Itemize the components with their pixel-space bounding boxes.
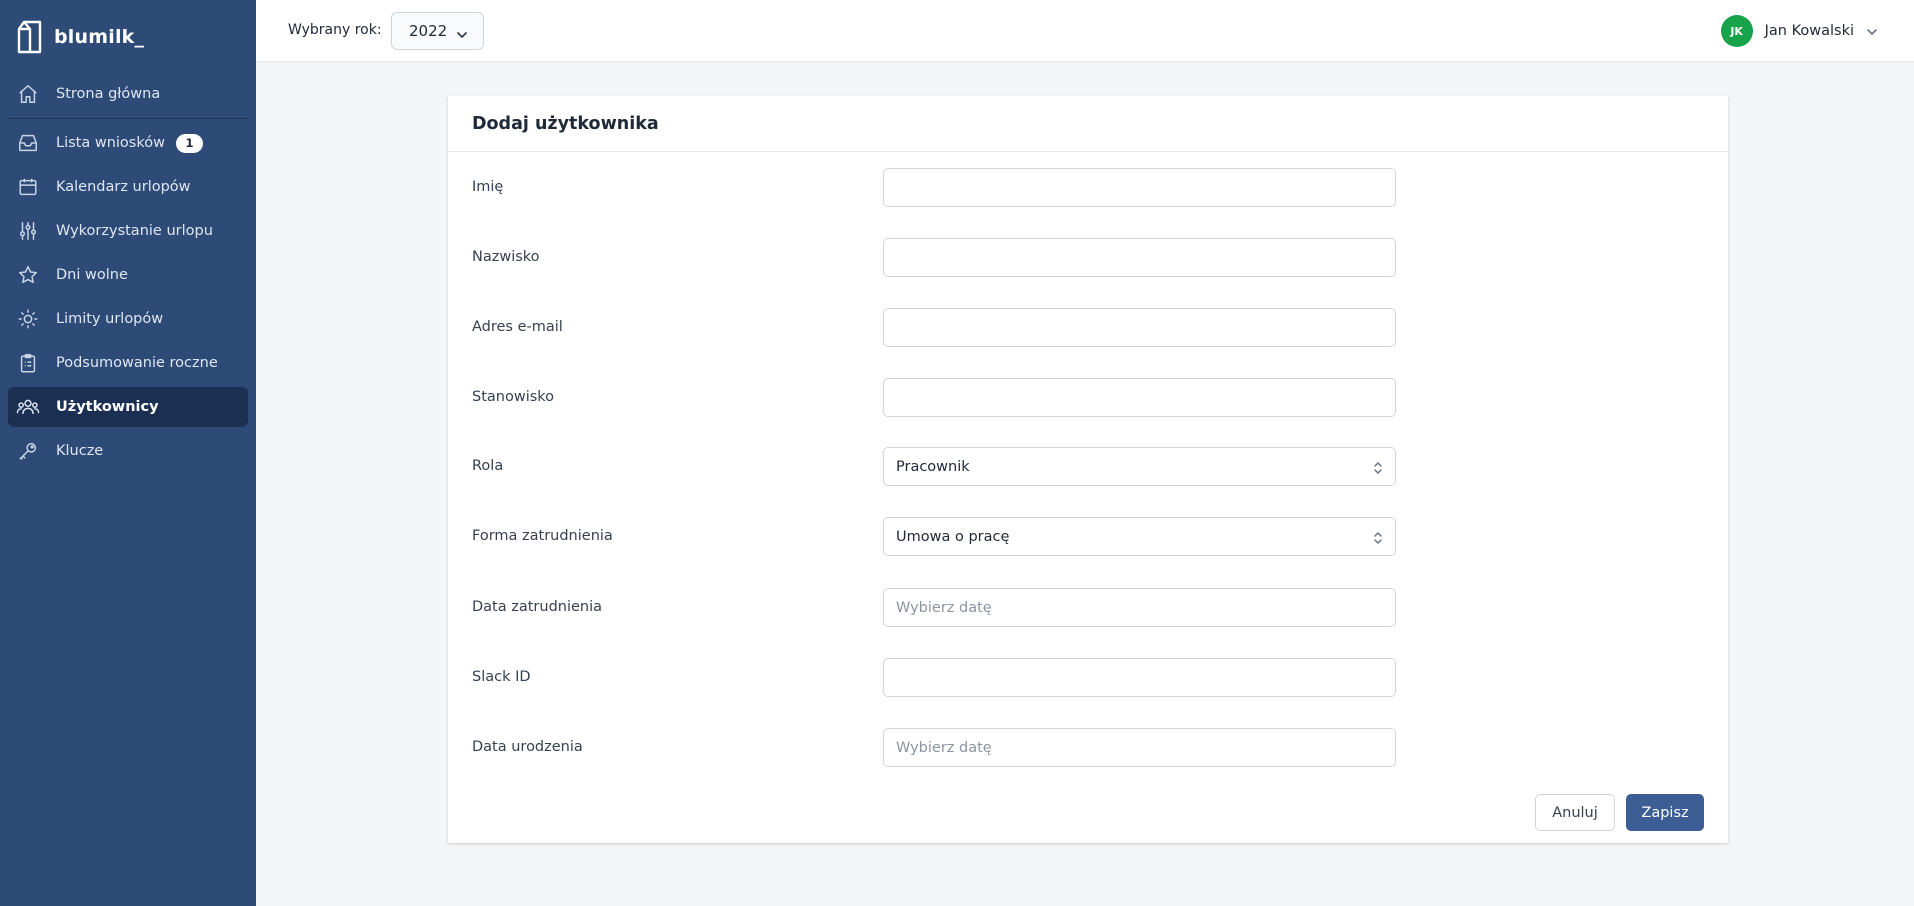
sidebar-item-vacation-usage[interactable]: Wykorzystanie urlopu [8,211,248,251]
sidebar-item-keys[interactable]: Klucze [8,431,248,471]
sidebar-item-annual-summary[interactable]: Podsumowanie roczne [8,343,248,383]
sidebar-item-label: Kalendarz urlopów [56,179,191,195]
sidebar-item-requests[interactable]: Lista wniosków 1 [8,123,248,163]
sidebar-item-label: Dni wolne [56,267,128,283]
role-label: Rola [472,458,504,474]
role-select[interactable]: Pracownik [883,447,1396,486]
sidebar-item-label: Limity urlopów [56,311,164,327]
cancel-button[interactable]: Anuluj [1535,794,1615,831]
sidebar-item-calendar[interactable]: Kalendarz urlopów [8,167,248,207]
birth-date-label: Data urodzenia [472,739,583,755]
add-user-form: Dodaj użytkownika Imię Nazwisko Adres e-… [448,96,1728,843]
sidebar-divider [8,118,248,119]
year-value: 2022 [409,22,448,40]
clipboard-icon [16,351,40,375]
employment-date-input[interactable]: Wybierz datę [883,588,1396,627]
brand-name: blumilk_ [54,26,145,48]
requests-count-badge: 1 [175,133,203,153]
blumilk-logo-icon [17,20,42,54]
birth-date-input[interactable]: Wybierz datę [883,728,1396,767]
select-arrows-icon [1373,460,1383,480]
user-menu[interactable]: JK Jan Kowalski [1720,15,1878,47]
position-input[interactable] [883,378,1396,417]
slack-id-label: Slack ID [472,669,531,685]
form-row-last-name: Nazwisko [448,238,1728,278]
key-icon [16,439,40,463]
position-label: Stanowisko [472,389,555,405]
select-arrows-icon [1373,530,1383,550]
chevron-down-icon [456,26,468,44]
employment-form-select[interactable]: Umowa o pracę [883,517,1396,556]
sidebar-item-users[interactable]: Użytkownicy [8,387,248,427]
sidebar-item-label: Użytkownicy [56,399,159,415]
form-row-employment-form: Forma zatrudnienia Umowa o pracę [448,517,1728,557]
employment-form-label: Forma zatrudnienia [472,528,613,544]
form-row-role: Rola Pracownik [448,447,1728,487]
avatar: JK [1720,15,1753,47]
employment-form-value: Umowa o pracę [896,528,1010,545]
first-name-input[interactable] [883,168,1396,207]
inbox-icon [16,131,40,155]
first-name-label: Imię [472,179,504,195]
sidebar-item-home[interactable]: Strona główna [8,74,248,114]
sidebar-item-label: Klucze [56,443,104,459]
save-button[interactable]: Zapisz [1626,794,1704,831]
home-icon [16,82,40,106]
brand-logo[interactable]: blumilk_ [16,18,144,56]
user-name: Jan Kowalski [1764,23,1854,39]
sun-icon [16,307,40,331]
top-bar: Wybrany rok: 2022 JK Jan Kowalski [256,0,1914,62]
form-row-position: Stanowisko [448,378,1728,418]
form-row-employment-date: Data zatrudnienia Wybierz datę [448,588,1728,628]
employment-date-label: Data zatrudnienia [472,599,603,615]
form-row-birth-date: Data urodzenia Wybierz datę [448,728,1728,768]
form-row-slack-id: Slack ID [448,658,1728,698]
last-name-label: Nazwisko [472,249,540,265]
email-input[interactable] [883,308,1396,347]
sliders-icon [16,219,40,243]
sidebar-item-label: Wykorzystanie urlopu [56,223,213,239]
last-name-input[interactable] [883,238,1396,277]
form-row-email: Adres e-mail [448,308,1728,348]
year-select[interactable]: 2022 [391,12,484,50]
slack-id-input[interactable] [883,658,1396,697]
sidebar-item-label: Strona główna [56,86,161,102]
year-label: Wybrany rok: [288,22,382,38]
card-header: Dodaj użytkownika [448,96,1728,152]
users-icon [16,395,40,419]
calendar-icon [16,175,40,199]
page-title: Dodaj użytkownika [472,113,659,134]
role-value: Pracownik [896,458,970,475]
sidebar: blumilk_ Strona główna Lista wniosków 1 … [0,0,256,906]
sidebar-item-label: Lista wniosków [56,135,165,151]
sidebar-item-vacation-limits[interactable]: Limity urlopów [8,299,248,339]
star-icon [16,263,40,287]
sidebar-item-label: Podsumowanie roczne [56,355,218,371]
chevron-down-icon [1866,22,1878,41]
sidebar-item-holidays[interactable]: Dni wolne [8,255,248,295]
form-row-first-name: Imię [448,168,1728,208]
email-label: Adres e-mail [472,319,563,335]
